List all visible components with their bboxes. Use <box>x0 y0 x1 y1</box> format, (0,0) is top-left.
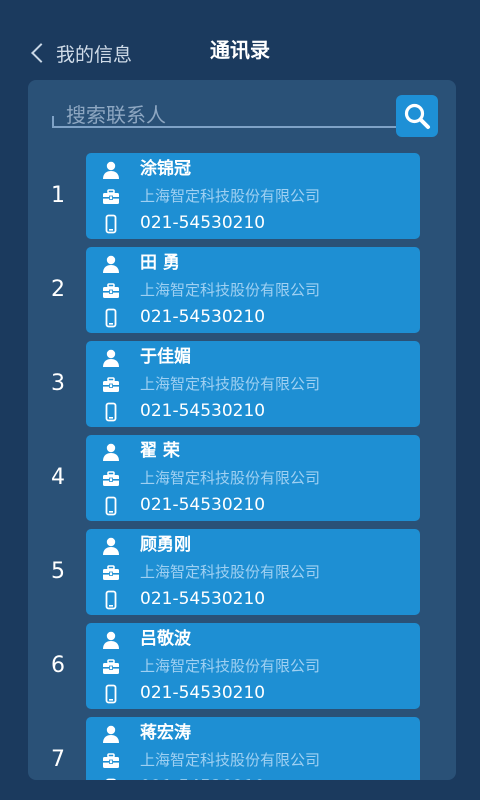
briefcase-icon <box>101 657 121 677</box>
contact-company: 上海智定科技股份有限公司 <box>140 751 321 769</box>
contact-company-line: 上海智定科技股份有限公司 <box>86 559 420 585</box>
contacts-panel: 1涂锦冠上海智定科技股份有限公司021-545302102田 勇上海智定科技股份… <box>28 80 456 780</box>
contact-company: 上海智定科技股份有限公司 <box>140 657 321 675</box>
contact-phone: 021-54530210 <box>140 213 266 233</box>
person-icon <box>101 536 121 556</box>
contact-phone: 021-54530210 <box>140 401 266 421</box>
contact-phone-line: 021-54530210 <box>86 492 420 518</box>
contact-row: 4 翟 荣上海智定科技股份有限公司 021-54530210 <box>28 435 456 529</box>
contact-card[interactable]: 翟 荣上海智定科技股份有限公司 021-54530210 <box>86 435 420 521</box>
person-icon <box>101 348 121 368</box>
phone-icon <box>101 402 121 422</box>
person-icon <box>101 254 121 274</box>
page-title: 通讯录 <box>210 38 270 62</box>
contact-name: 顾勇刚 <box>140 535 191 555</box>
contact-list: 1 涂锦冠 上海智定科技股份有限公司 021-54530210 2 田 勇上海智定科技股份… <box>28 153 456 780</box>
person-icon <box>101 630 121 650</box>
contact-company: 上海智定科技股份有限公司 <box>140 187 321 205</box>
briefcase-icon <box>101 751 121 771</box>
contact-name: 蒋宏涛 <box>140 723 191 743</box>
contact-card[interactable]: 蒋宏涛上海智定科技股份有限公司 021-54530210 <box>86 717 420 780</box>
contact-index: 6 <box>51 653 65 678</box>
top-bar: 我的信息 通讯录 <box>0 0 480 76</box>
contact-row: 5 顾勇刚上海智定科技股份有限公司 021-54530210 <box>28 529 456 623</box>
briefcase-icon <box>101 375 121 395</box>
contact-phone-line: 021-54530210 <box>86 398 420 424</box>
contact-row: 2 田 勇上海智定科技股份有限公司 021-54530210 <box>28 247 456 341</box>
search-icon <box>404 103 430 129</box>
contact-phone: 021-54530210 <box>140 774 265 780</box>
contact-index: 4 <box>51 465 65 490</box>
contact-phone-line: 021-54530210 <box>86 210 420 236</box>
contact-name: 涂锦冠 <box>140 159 191 179</box>
phone-icon <box>101 496 121 516</box>
phone-icon <box>101 214 121 234</box>
contact-name-line: 涂锦冠 <box>86 156 420 182</box>
briefcase-icon <box>101 563 121 583</box>
contact-row: 3 于佳媚上海智定科技股份有限公司 021-54530210 <box>28 341 456 435</box>
contact-name-line: 蒋宏涛 <box>86 720 420 746</box>
contact-row: 7 蒋宏涛上海智定科技股份有限公司 021-54530210 <box>28 717 456 780</box>
contact-phone-line: 021-54530210 <box>86 774 420 780</box>
contact-company-line: 上海智定科技股份有限公司 <box>86 465 420 491</box>
contact-name-line: 翟 荣 <box>86 438 420 464</box>
contact-company-line: 上海智定科技股份有限公司 <box>86 183 420 209</box>
contact-company: 上海智定科技股份有限公司 <box>140 563 321 581</box>
contact-phone: 021-54530210 <box>140 589 266 609</box>
phone-icon <box>101 308 121 328</box>
contact-card[interactable]: 顾勇刚上海智定科技股份有限公司 021-54530210 <box>86 529 420 615</box>
contact-company-line: 上海智定科技股份有限公司 <box>86 277 420 303</box>
contact-index: 2 <box>51 277 65 302</box>
contact-phone-line: 021-54530210 <box>86 304 420 330</box>
contact-name: 于佳媚 <box>140 347 191 367</box>
contact-name: 翟 荣 <box>140 441 180 461</box>
contact-index: 1 <box>51 183 65 208</box>
contact-name-line: 于佳媚 <box>86 344 420 370</box>
contact-name-line: 顾勇刚 <box>86 532 420 558</box>
briefcase-icon <box>101 469 121 489</box>
person-icon <box>101 442 121 462</box>
contact-name-line: 吕敬波 <box>86 626 420 652</box>
search-input[interactable] <box>66 100 396 130</box>
contact-phone: 021-54530210 <box>140 495 266 515</box>
contact-row: 6 吕敬波上海智定科技股份有限公司 021-54530210 <box>28 623 456 717</box>
phone-icon <box>101 684 121 704</box>
briefcase-icon <box>101 281 121 301</box>
person-icon <box>101 160 121 180</box>
contact-card[interactable]: 涂锦冠上海智定科技股份有限公司 021-54530210 <box>86 153 420 239</box>
person-icon <box>101 724 121 744</box>
contact-company: 上海智定科技股份有限公司 <box>140 375 321 393</box>
phone-icon <box>101 590 121 610</box>
contact-company-line: 上海智定科技股份有限公司 <box>86 653 420 679</box>
contact-phone: 021-54530210 <box>140 307 266 327</box>
contact-card[interactable]: 于佳媚上海智定科技股份有限公司 021-54530210 <box>86 341 420 427</box>
contact-name-line: 田 勇 <box>86 250 420 276</box>
contact-name: 田 勇 <box>140 253 180 273</box>
briefcase-icon <box>101 187 121 207</box>
contact-company-line: 上海智定科技股份有限公司 <box>86 371 420 397</box>
search-button[interactable] <box>396 95 438 137</box>
contact-company: 上海智定科技股份有限公司 <box>140 469 321 487</box>
contact-company-line: 上海智定科技股份有限公司 <box>86 747 420 773</box>
contact-company: 上海智定科技股份有限公司 <box>140 281 321 299</box>
contact-row: 1 涂锦冠上海智定科技股份有限公司 021-54530210 <box>28 153 456 247</box>
contact-phone: 021-54530210 <box>140 683 266 703</box>
contact-index: 3 <box>51 371 65 396</box>
contact-phone-line: 021-54530210 <box>86 586 420 612</box>
contact-phone-line: 021-54530210 <box>86 680 420 706</box>
phone-icon <box>101 778 121 780</box>
contact-card[interactable]: 田 勇上海智定科技股份有限公司 021-54530210 <box>86 247 420 333</box>
contact-index: 5 <box>51 559 65 584</box>
contact-name: 吕敬波 <box>140 629 191 649</box>
contact-index: 7 <box>51 747 65 772</box>
contact-card[interactable]: 吕敬波上海智定科技股份有限公司 021-54530210 <box>86 623 420 709</box>
